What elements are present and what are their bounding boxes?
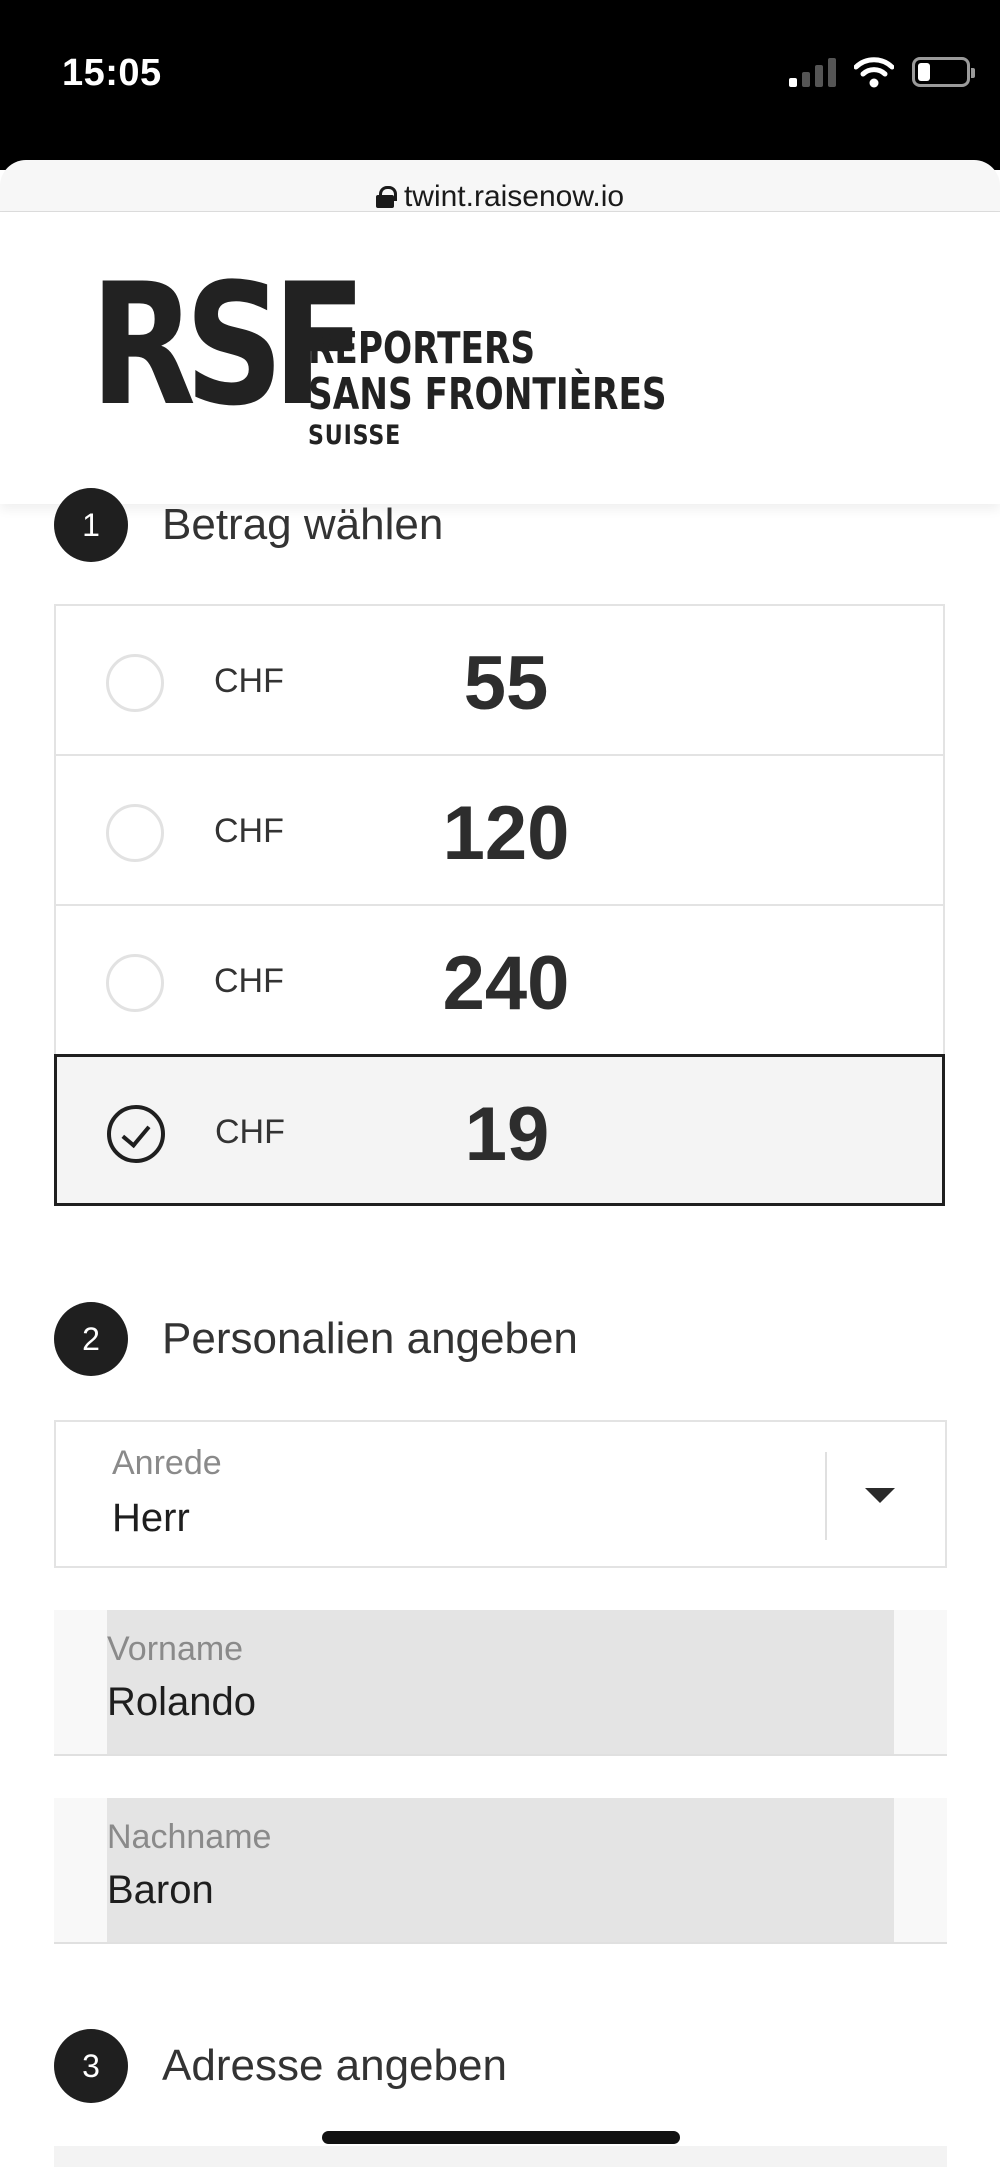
step-number-1: 1 [54,488,128,562]
home-indicator[interactable] [322,2131,680,2144]
amount-value: 55 [463,641,549,726]
step-number-3: 3 [54,2029,128,2103]
salutation-label: Anrede [112,1444,222,1482]
amount-custom-value[interactable]: 19 [317,1091,697,1178]
select-divider [825,1452,827,1540]
status-icons [789,52,975,92]
radio-checked-icon[interactable] [107,1105,165,1163]
step-1-heading: 1 Betrag wählen [54,488,443,562]
logo-line-sans-frontieres: SANS FRONTIÈRES [308,369,667,420]
amount-currency: CHF [214,812,284,850]
battery-icon [912,57,975,87]
amount-option-55[interactable]: CHF 55 [54,604,945,756]
amount-options: CHF 55 CHF 120 CHF 240 CHF 19 [54,604,945,1206]
status-bar: 15:05 [0,0,1000,170]
step-number-2: 2 [54,1302,128,1376]
radio-unchecked-icon[interactable] [106,654,164,712]
last-name-value[interactable]: Baron [107,1868,214,1913]
rsf-logo-text: REPORTERS SANS FRONTIÈRES SUISSE [308,326,768,454]
status-time: 15:05 [62,52,162,94]
salutation-value: Herr [112,1496,190,1540]
lock-icon [375,186,397,208]
radio-unchecked-icon[interactable] [106,804,164,862]
browser-address-bar[interactable]: twint.raisenow.io [0,160,1000,213]
first-name-label: Vorname [107,1630,244,1668]
amount-currency: CHF [214,662,284,700]
amount-currency: CHF [215,1113,285,1151]
chevron-down-icon[interactable] [865,1488,895,1503]
site-header: RSF REPORTERS SANS FRONTIÈRES SUISSE [0,212,1000,504]
amount-value: 120 [442,791,570,876]
amount-option-240[interactable]: CHF 240 [54,904,945,1056]
step-3-title: Adresse angeben [162,2041,507,2090]
logo-line-suisse: SUISSE [308,420,402,451]
step-2-heading: 2 Personalien angeben [54,1302,578,1376]
amount-value: 240 [442,941,570,1026]
step-3-heading: 3 Adresse angeben [54,2029,507,2103]
logo-line-reporters: REPORTERS [308,323,536,374]
last-name-label: Nachname [107,1818,272,1856]
step-2-title: Personalien angeben [162,1314,578,1363]
cellular-signal-icon [789,57,836,87]
amount-option-120[interactable]: CHF 120 [54,754,945,906]
last-name-field[interactable]: Nachname Baron [54,1798,947,1944]
first-name-value[interactable]: Rolando [107,1680,256,1725]
radio-unchecked-icon[interactable] [106,954,164,1012]
amount-option-custom[interactable]: CHF 19 [54,1054,945,1206]
first-name-field[interactable]: Vorname Rolando [54,1610,947,1756]
next-field-edge [54,2146,947,2167]
step-1-title: Betrag wählen [162,500,444,549]
salutation-select[interactable]: Anrede Herr [54,1420,947,1568]
amount-currency: CHF [214,962,284,1000]
wifi-icon [854,57,894,88]
url-text: twint.raisenow.io [403,180,625,213]
